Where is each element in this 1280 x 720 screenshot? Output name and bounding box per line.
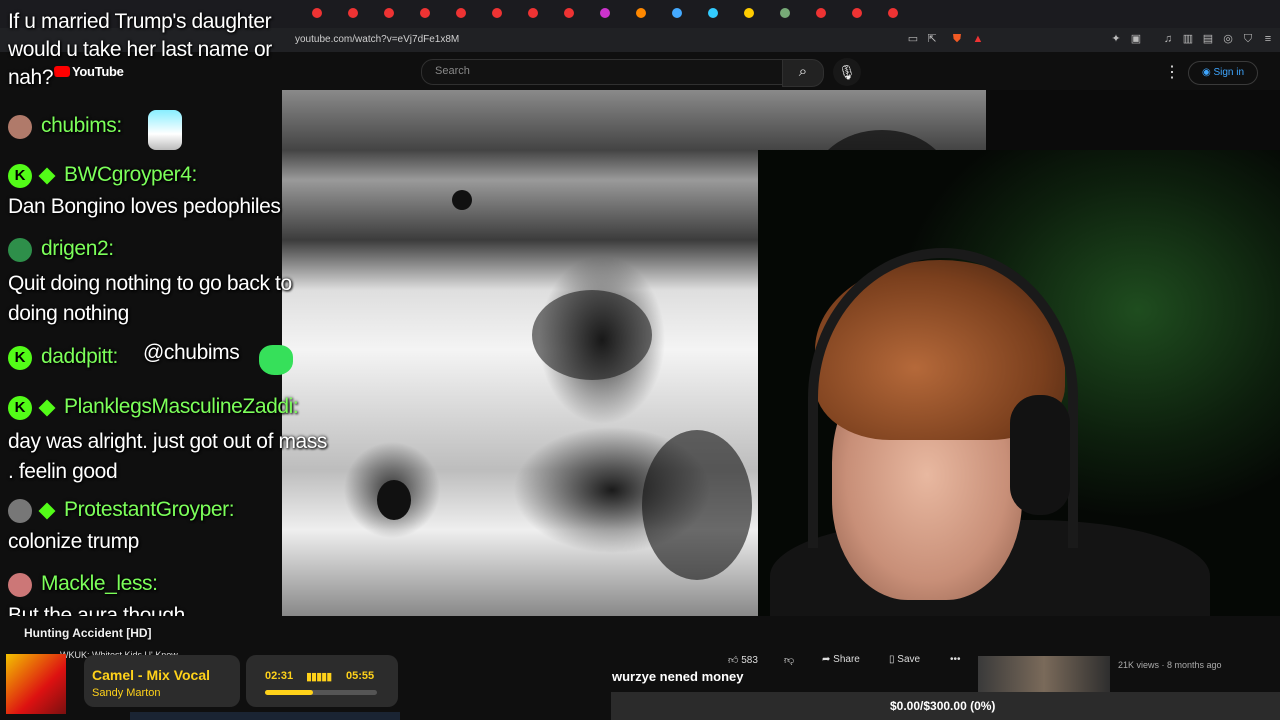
chat-username: Mackle_less: bbox=[41, 572, 158, 595]
chat-message: Dan Bongino loves pedophiles bbox=[8, 195, 281, 218]
song-title: Camel - Mix Vocal bbox=[92, 667, 211, 683]
tab-favicon-icon[interactable] bbox=[636, 8, 646, 18]
chat-username: PlanklegsMasculineZaddi: bbox=[64, 395, 299, 418]
cast-icon[interactable]: ▭ bbox=[907, 33, 919, 45]
extensions-icon[interactable]: ✦ bbox=[1110, 33, 1122, 45]
chat-username: chubims: bbox=[41, 114, 122, 137]
like-button[interactable]: 👍︎ 583 bbox=[728, 654, 758, 666]
kick-badge-icon: K bbox=[8, 164, 32, 188]
sign-in-label: Sign in bbox=[1213, 67, 1245, 78]
microphone-icon: 🎙︎ bbox=[838, 64, 856, 80]
kick-badge-icon: K bbox=[8, 346, 32, 370]
avatar bbox=[8, 238, 32, 262]
media-icon[interactable]: ♫ bbox=[1162, 33, 1174, 45]
video-artifact bbox=[452, 190, 472, 210]
tab-favicon-icon[interactable] bbox=[672, 8, 682, 18]
youtube-logo-text[interactable]: YouTube bbox=[72, 64, 124, 79]
song-artist: Sandy Marton bbox=[92, 687, 161, 699]
tab-favicon-icon[interactable] bbox=[600, 8, 610, 18]
search-button[interactable]: ⌕ bbox=[782, 59, 824, 87]
wallet-icon[interactable]: ▤ bbox=[1202, 33, 1214, 45]
avatar bbox=[8, 115, 32, 139]
chat-message: day was alright. just got out of mass . … bbox=[8, 430, 328, 483]
sign-in-button[interactable]: ◉ Sign in bbox=[1188, 61, 1258, 85]
tab-favicon-icon[interactable] bbox=[708, 8, 718, 18]
tab-favicon-icon[interactable] bbox=[420, 8, 430, 18]
chat-message: Quit doing nothing to go back to doing n… bbox=[8, 272, 292, 325]
chat-message: colonize trump bbox=[8, 530, 139, 553]
tab-favicon-icon[interactable] bbox=[780, 8, 790, 18]
avatar bbox=[8, 499, 32, 523]
vpn-icon[interactable]: ◎ bbox=[1222, 33, 1234, 45]
video-artifact bbox=[642, 430, 752, 580]
voice-search-button[interactable]: 🎙︎ bbox=[833, 58, 861, 86]
tab-favicon-icon[interactable] bbox=[492, 8, 502, 18]
donation-goal-text: $0.00/$300.00 (0%) bbox=[890, 699, 996, 713]
chat-username: BWCgroyper4: bbox=[64, 163, 197, 186]
brave-shield-icon[interactable]: ⛊ bbox=[951, 33, 963, 45]
chat-message: @chubims bbox=[143, 341, 240, 364]
account-icon: ◉ bbox=[1201, 67, 1214, 78]
search-input[interactable] bbox=[421, 59, 783, 85]
browser-toolbar bbox=[0, 28, 1280, 52]
thumbs-up-icon: 👍︎ bbox=[728, 655, 742, 666]
sub-badge-icon bbox=[38, 399, 56, 417]
tab-favicon-icon[interactable] bbox=[348, 8, 358, 18]
tab-favicon-icon[interactable] bbox=[852, 8, 862, 18]
like-count: 583 bbox=[741, 655, 758, 666]
thumbs-down-icon: 👎︎ bbox=[784, 655, 795, 666]
kick-badge-icon: K bbox=[8, 396, 32, 420]
tab-favicon-icon[interactable] bbox=[888, 8, 898, 18]
anime-emote-icon bbox=[148, 110, 182, 150]
sub-badge-icon bbox=[38, 502, 56, 520]
recommended-thumbnail[interactable] bbox=[978, 656, 1110, 692]
album-art bbox=[6, 654, 66, 714]
menu-icon[interactable]: ≡ bbox=[1262, 33, 1274, 45]
equalizer-icon: ▮▮▮▮▮ bbox=[306, 671, 332, 683]
chat-username: ProtestantGroyper: bbox=[64, 498, 235, 521]
share-arrow-icon: ➦ bbox=[822, 654, 834, 665]
current-time: 02:31 bbox=[265, 670, 294, 682]
sidebar-icon[interactable]: ▥ bbox=[1182, 33, 1194, 45]
brave-rewards-icon[interactable]: ▲ bbox=[972, 33, 984, 45]
address-bar[interactable]: youtube.com/watch?v=eVj7dFe1x8M bbox=[295, 34, 459, 45]
song-progress-fill bbox=[265, 690, 313, 695]
tab-favicon-icon[interactable] bbox=[384, 8, 394, 18]
video-title: Hunting Accident [HD] bbox=[24, 626, 152, 640]
tab-favicon-icon[interactable] bbox=[816, 8, 826, 18]
video-artifact bbox=[532, 290, 652, 380]
chat-username: daddpitt: bbox=[41, 345, 118, 368]
dislike-button[interactable]: 👎︎ bbox=[784, 654, 794, 666]
share-label: Share bbox=[833, 654, 860, 665]
browser-tab-strip[interactable] bbox=[0, 0, 1280, 28]
search-icon: ⌕ bbox=[798, 63, 808, 80]
video-artifact bbox=[377, 480, 411, 520]
tab-favicon-icon[interactable] bbox=[312, 8, 322, 18]
youtube-logo-icon[interactable] bbox=[54, 66, 70, 77]
save-button[interactable]: ▯ Save bbox=[889, 654, 920, 665]
tab-favicon-icon[interactable] bbox=[456, 8, 466, 18]
search-placeholder: Search bbox=[435, 65, 470, 77]
tab-favicon-icon[interactable] bbox=[528, 8, 538, 18]
sub-badge-icon bbox=[38, 167, 56, 185]
more-actions-icon[interactable]: ••• bbox=[950, 654, 961, 665]
stream-caption: wurzye nened money bbox=[612, 669, 744, 684]
recommended-meta: 21K views · 8 months ago bbox=[1118, 660, 1222, 670]
tab-favicon-icon[interactable] bbox=[564, 8, 574, 18]
tab-favicon-icon[interactable] bbox=[744, 8, 754, 18]
chat-username: drigen2: bbox=[41, 237, 114, 260]
share-button[interactable]: ➦ Share bbox=[822, 654, 860, 665]
headphone-cup bbox=[1010, 395, 1070, 515]
shield-icon[interactable]: ⛉ bbox=[1242, 33, 1254, 45]
screenshot-icon[interactable]: ▣ bbox=[1130, 33, 1142, 45]
more-options-icon[interactable]: ⋮ bbox=[1164, 62, 1180, 82]
share-icon[interactable]: ⇱ bbox=[926, 33, 938, 45]
save-label: Save bbox=[897, 654, 921, 665]
taskbar[interactable] bbox=[130, 712, 400, 720]
avatar bbox=[8, 573, 32, 597]
total-time: 05:55 bbox=[346, 670, 375, 682]
